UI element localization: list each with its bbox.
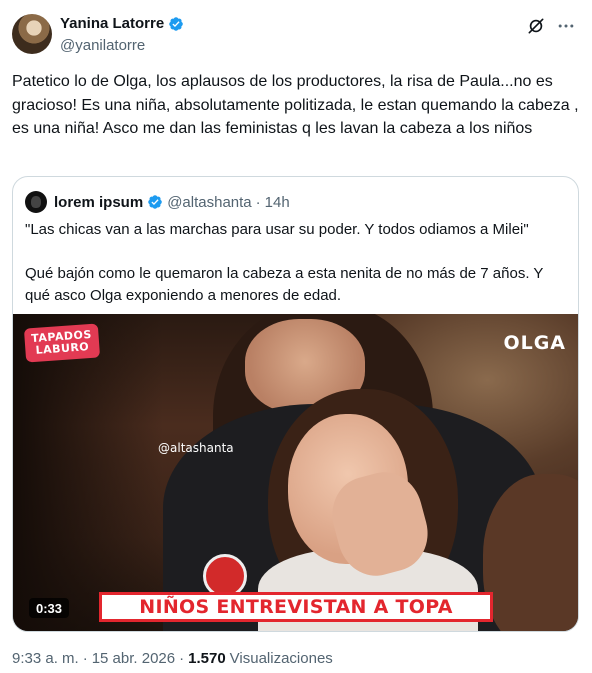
show-logo-line2: LABURO: [35, 340, 90, 357]
quoted-tweet[interactable]: lorem ipsum @altashanta · 14h "Las chica…: [12, 176, 579, 632]
more-options-icon[interactable]: [556, 16, 576, 36]
verified-badge-icon: [169, 16, 184, 31]
quoted-tweet-header: lorem ipsum @altashanta · 14h: [25, 191, 290, 213]
author-avatar[interactable]: [12, 14, 52, 54]
quoted-handle: @altashanta: [167, 193, 252, 211]
tweet-text: Patetico lo de Olga, los aplausos de los…: [12, 73, 579, 137]
video-caption-bar: NIÑOS ENTREVISTAN A TOPA: [99, 592, 493, 622]
video-watermark: @altashanta: [158, 441, 234, 455]
video-duration: 0:33: [29, 598, 69, 618]
tweet-time[interactable]: 9:33 a. m.: [12, 650, 79, 667]
tweet-header: Yanina Latorre @yanilatorre: [12, 12, 580, 56]
meta-separator: ·: [179, 650, 185, 667]
author-display-name[interactable]: Yanina Latorre: [60, 15, 164, 32]
quoted-text: "Las chicas van a las marchas para usar …: [25, 221, 544, 304]
show-logo: TAPADOS LABURO: [23, 323, 101, 363]
quoted-time: 14h: [264, 193, 290, 211]
meta-separator: ·: [82, 650, 88, 667]
quoted-display-name: lorem ipsum: [54, 193, 144, 211]
views-count: 1.570: [188, 650, 226, 667]
grok-icon[interactable]: [526, 16, 546, 36]
channel-logo: OLGA: [503, 332, 566, 354]
video-caption: NIÑOS ENTREVISTAN A TOPA: [139, 596, 453, 618]
tweet-date[interactable]: 15 abr. 2026: [92, 650, 175, 667]
video-player[interactable]: TAPADOS LABURO OLGA @altashanta NIÑOS EN…: [13, 314, 578, 631]
author-name-row: Yanina Latorre: [60, 15, 184, 32]
verified-badge-icon: [148, 195, 163, 209]
views-label: Visualizaciones: [229, 650, 333, 667]
author-handle[interactable]: @yanilatorre: [60, 37, 145, 54]
quoted-separator: ·: [255, 193, 261, 211]
quoted-avatar: [25, 191, 47, 213]
tweet-meta: 9:33 a. m. · 15 abr. 2026 · 1.570 Visual…: [12, 650, 333, 667]
